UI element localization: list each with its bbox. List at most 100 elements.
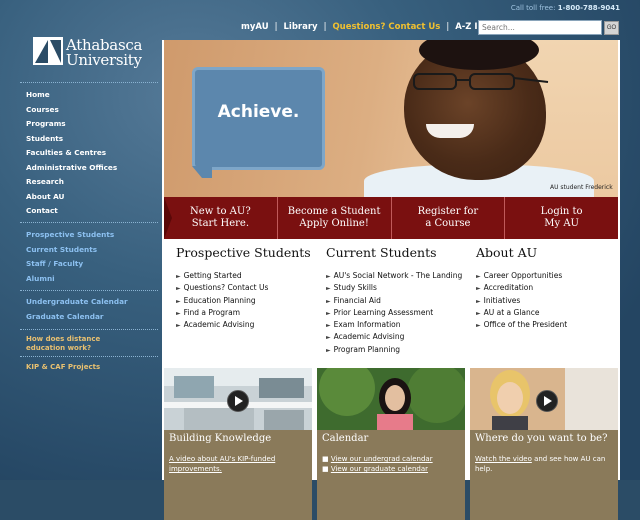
nav-separator: | — [323, 22, 327, 32]
sidebar-divider — [20, 329, 158, 330]
card-title[interactable]: Calendar — [322, 433, 368, 444]
sidebar-item-admin-offices[interactable]: Administrative Offices — [26, 161, 117, 176]
sidebar-divider — [20, 222, 158, 223]
link-financial-aid[interactable]: ► Financial Aid — [326, 295, 462, 307]
link-program-planning[interactable]: ► Program Planning — [326, 344, 462, 356]
building-knowledge-card: Building Knowledge A video about AU's KI… — [164, 368, 312, 520]
link-initiatives[interactable]: ► Initiatives — [476, 295, 567, 307]
link-exam-info[interactable]: ► Exam Information — [326, 319, 462, 331]
top-nav-contact[interactable]: Questions? Contact Us — [332, 22, 440, 32]
top-nav: myAU|Library|Questions? Contact Us|A-Z I… — [241, 22, 501, 32]
link-academic-advising[interactable]: ► Academic Advising — [176, 319, 268, 331]
sidebar-item-grad-calendar[interactable]: Graduate Calendar — [26, 310, 128, 325]
column-heading[interactable]: About AU — [476, 245, 624, 260]
bullet-arrow-icon: ► — [326, 309, 331, 317]
card-text-cont: help. — [475, 465, 493, 473]
student-photo-thumbnail[interactable] — [317, 368, 465, 430]
sidebar-item-undergrad-calendar[interactable]: Undergraduate Calendar — [26, 295, 128, 310]
watch-video-link[interactable]: Watch the video — [475, 455, 532, 463]
play-video-icon[interactable] — [536, 390, 558, 412]
column-links: ► AU's Social Network - The Landing ► Stud… — [326, 270, 462, 356]
sidebar-item-contact[interactable]: Contact — [26, 204, 117, 219]
link-label: View our graduate calendar — [330, 465, 428, 473]
link-career-opportunities[interactable]: ► Career Opportunities — [476, 270, 567, 282]
link-label: Getting Started — [183, 271, 242, 280]
cta-line: Apply Online! — [299, 218, 369, 229]
bullet-icon: ■ — [322, 455, 331, 463]
kip-video-link-cont[interactable]: improvements. — [169, 464, 309, 474]
bullet-arrow-icon: ► — [476, 309, 481, 317]
top-nav-library[interactable]: Library — [284, 22, 318, 32]
card-title[interactable]: Building Knowledge — [169, 433, 271, 444]
sidebar-item-about[interactable]: About AU — [26, 190, 117, 205]
cta-apply-online[interactable]: Become a Student Apply Online! — [276, 197, 391, 239]
cta-bar: New to AU? Start Here. Become a Student … — [164, 197, 618, 239]
kip-video-link[interactable]: A video about AU's KIP-funded — [169, 454, 309, 464]
hero-banner[interactable]: Achieve. AU student Frederick — [164, 40, 618, 197]
link-label: View our undergrad calendar — [330, 455, 433, 463]
cta-line: My AU — [544, 218, 579, 229]
link-questions-contact[interactable]: ► Questions? Contact Us — [176, 282, 268, 294]
cta-register-course[interactable]: Register for a Course — [390, 197, 505, 239]
top-bar: Call toll free: 1-800-788-9041 myAU | Libr… — [0, 0, 640, 40]
link-getting-started[interactable]: ► Getting Started — [176, 270, 268, 282]
cta-login-myau[interactable]: Login to My AU — [504, 197, 618, 239]
link-label: Accreditation — [483, 283, 534, 293]
link-education-planning[interactable]: ► Education Planning — [176, 295, 268, 307]
link-label: Academic Advising — [333, 332, 405, 342]
sidebar-item-home[interactable]: Home — [26, 88, 117, 103]
link-label: Find a Program — [183, 307, 240, 317]
cta-line: Register for — [417, 206, 479, 217]
search-go-button[interactable]: GO — [604, 21, 619, 35]
card-body: ■ View our undergrad calendar ■ View our… — [322, 454, 462, 474]
link-study-skills[interactable]: ► Study Skills — [326, 282, 462, 294]
link-accreditation[interactable]: ► Accreditation — [476, 282, 567, 294]
play-video-icon[interactable] — [227, 390, 249, 412]
sidebar-item-kip-caf[interactable]: KIP & CAF Projects — [26, 363, 100, 371]
link-au-at-a-glance[interactable]: ► AU at a Glance — [476, 307, 567, 319]
sidebar-item-alumni[interactable]: Alumni — [26, 272, 114, 287]
sidebar-item-staff[interactable]: Staff / Faculty — [26, 257, 114, 272]
link-academic-advising[interactable]: ► Academic Advising — [326, 331, 462, 343]
link-prior-learning[interactable]: ► Prior Learning Assessment — [326, 307, 462, 319]
undergrad-calendar-link[interactable]: ■ View our undergrad calendar — [322, 454, 462, 464]
column-heading[interactable]: Prospective Students — [176, 245, 324, 260]
current-students-column: Current Students ► AU's Social Network - … — [326, 245, 474, 354]
hero-headline: Achieve. — [217, 102, 300, 122]
column-heading[interactable]: Current Students — [326, 245, 474, 260]
grad-calendar-link[interactable]: ■ View our graduate calendar — [322, 464, 462, 474]
bullet-arrow-icon: ► — [326, 273, 331, 280]
sidebar-item-distance-line2[interactable]: education work? — [26, 344, 100, 353]
link-office-president[interactable]: ► Office of the President — [476, 319, 567, 331]
sidebar-item-distance-line1[interactable]: How does distance — [26, 335, 100, 344]
bullet-arrow-icon: ► — [176, 285, 181, 293]
university-logo[interactable]: Athabasca University — [33, 36, 143, 77]
calendar-card: Calendar ■ View our undergrad calendar ■… — [317, 368, 465, 520]
bullet-arrow-icon: ► — [476, 297, 481, 305]
card-text: and see how AU can — [531, 455, 606, 463]
sidebar-item-research[interactable]: Research — [26, 175, 117, 190]
sidebar-item-students[interactable]: Students — [26, 132, 117, 147]
sidebar-item-programs[interactable]: Programs — [26, 117, 117, 132]
distance-ed-nav: How does distance education work? — [26, 335, 100, 353]
link-label: Academic Advising — [183, 320, 255, 330]
sidebar-item-current[interactable]: Current Students — [26, 243, 114, 258]
sidebar-item-courses[interactable]: Courses — [26, 103, 117, 118]
toll-free-number[interactable]: 1-800-788-9041 — [558, 4, 620, 12]
search-input[interactable] — [478, 20, 602, 35]
cta-arrow-icon — [164, 197, 172, 239]
sidebar-item-prospective[interactable]: Prospective Students — [26, 228, 114, 243]
sidebar-item-faculties[interactable]: Faculties & Centres — [26, 146, 117, 161]
where-to-be-card: Where do you want to be? Watch the video… — [470, 368, 618, 520]
cta-line: Login to — [540, 206, 583, 217]
cta-new-to-au[interactable]: New to AU? Start Here. — [164, 197, 277, 239]
top-nav-myau[interactable]: myAU — [241, 22, 269, 32]
bullet-arrow-icon: ► — [326, 322, 331, 330]
link-the-landing[interactable]: ► AU's Social Network - The Landing — [326, 270, 462, 282]
card-title[interactable]: Where do you want to be? — [475, 433, 607, 444]
sidebar-divider — [20, 82, 158, 83]
link-label: Study Skills — [333, 283, 377, 293]
projects-nav: KIP & CAF Projects — [26, 363, 100, 371]
bullet-arrow-icon: ► — [326, 285, 331, 293]
link-find-program[interactable]: ► Find a Program — [176, 307, 268, 319]
